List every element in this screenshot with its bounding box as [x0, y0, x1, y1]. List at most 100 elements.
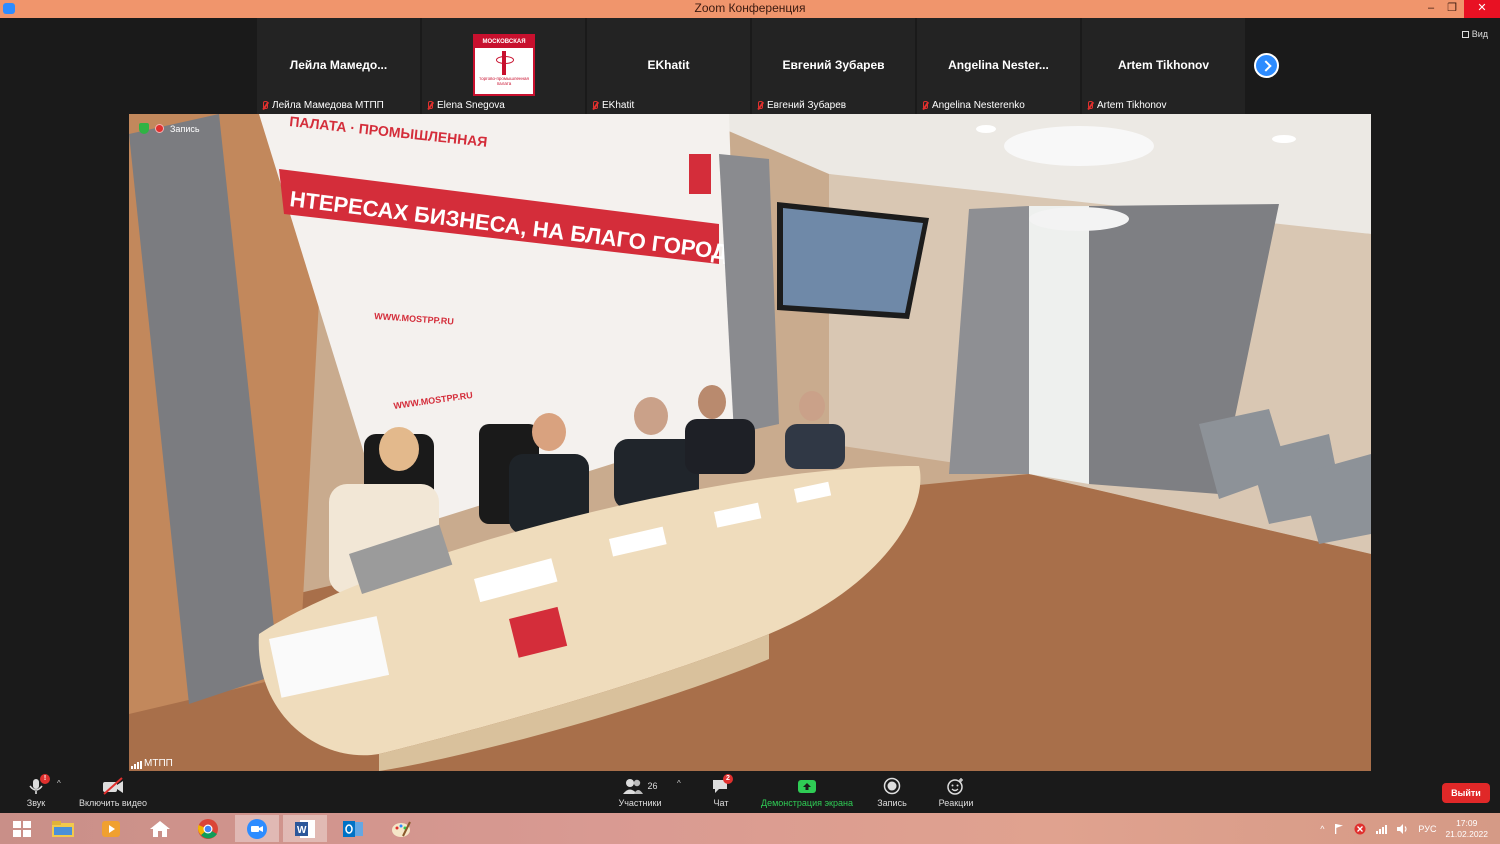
leave-button[interactable]: Выйти: [1442, 783, 1490, 803]
share-screen-label: Демонстрация экрана: [761, 798, 853, 808]
recording-dot-icon: [155, 124, 164, 133]
participant-strip: Лейла Мамедо... Лейла Мамедова МТПП МОСК…: [257, 18, 1247, 114]
logo-top-text: МОСКОВСКАЯ: [475, 36, 533, 48]
participant-display-name: Лейла Мамедо...: [289, 58, 388, 72]
participant-label: Artem Tikhonov: [1086, 100, 1166, 111]
participant-tile[interactable]: МОСКОВСКАЯ торгово-промышленная палата E…: [422, 18, 585, 114]
title-bar: Zoom Конференция – ❐ ✕: [0, 0, 1500, 18]
recording-indicator: Запись: [139, 123, 200, 134]
participant-name: Artem Tikhonov: [1097, 100, 1167, 111]
participants-button[interactable]: 26 Участники: [612, 771, 668, 813]
clock[interactable]: 17:09 21.02.2022: [1445, 818, 1488, 840]
participant-label: Angelina Nesterenko: [921, 100, 1025, 111]
audio-button[interactable]: ! Звук: [18, 771, 54, 813]
participant-tile[interactable]: Лейла Мамедо... Лейла Мамедова МТПП: [257, 18, 420, 114]
participant-tile[interactable]: Artem Tikhonov Artem Tikhonov: [1082, 18, 1245, 114]
record-button[interactable]: Запись: [872, 771, 912, 813]
close-button[interactable]: ✕: [1464, 0, 1500, 18]
taskbar-paint[interactable]: [379, 815, 423, 842]
start-button[interactable]: [0, 815, 44, 842]
word-icon: W: [295, 819, 315, 838]
taskbar-chrome[interactable]: [186, 815, 230, 842]
svg-text:W: W: [297, 825, 307, 836]
grid-icon: [1461, 30, 1469, 38]
chat-icon: 2: [711, 774, 733, 796]
mic-muted-icon: [591, 101, 598, 110]
active-speaker-name: МТПП: [144, 758, 173, 769]
taskbar-file-explorer[interactable]: [41, 815, 85, 842]
taskbar-media-player[interactable]: [89, 815, 133, 842]
zoom-icon: [247, 818, 267, 839]
participant-label: EKhatit: [591, 100, 634, 111]
audio-label: Звук: [26, 798, 46, 808]
paint-icon: [392, 821, 411, 837]
folder-icon: [52, 820, 74, 837]
participant-name: Elena Snegova: [437, 100, 505, 111]
participant-name: Евгений Зубарев: [767, 100, 847, 111]
restore-button[interactable]: ❐: [1437, 0, 1467, 18]
media-player-icon: [102, 820, 120, 837]
audio-alert-badge: !: [40, 774, 50, 784]
windows-logo-icon: [13, 820, 31, 837]
participant-name: EKhatit: [602, 100, 635, 111]
reactions-icon: [946, 776, 966, 796]
share-screen-button[interactable]: Демонстрация экрана: [757, 771, 857, 813]
view-button[interactable]: Вид: [1458, 26, 1492, 42]
caduceus-icon: [475, 48, 533, 76]
mic-muted-icon: [426, 101, 433, 110]
flag-icon[interactable]: [1333, 823, 1345, 835]
chrome-icon: [198, 818, 218, 839]
reactions-label: Реакции: [938, 798, 974, 808]
zoom-window: Zoom Конференция – ❐ ✕ Вид Лейла Мамедо.…: [0, 0, 1500, 844]
next-page-button[interactable]: [1254, 53, 1279, 78]
view-button-label: Вид: [1471, 29, 1488, 39]
network-icon[interactable]: [1375, 823, 1388, 835]
mic-muted-icon: [756, 101, 763, 110]
video-off-icon: [101, 776, 125, 796]
taskbar-zoom[interactable]: [235, 815, 279, 842]
participant-label: Лейла Мамедова МТПП: [261, 100, 384, 111]
volume-icon[interactable]: [1396, 823, 1409, 835]
clock-date: 21.02.2022: [1445, 828, 1488, 839]
mtpp-logo: МОСКОВСКАЯ торгово-промышленная палата: [473, 34, 535, 96]
participants-count: 26: [647, 781, 658, 791]
mic-muted-icon: [921, 101, 928, 110]
participant-label: Elena Snegova: [426, 100, 505, 111]
meeting-toolbar: ! Звук ^ Включить видео 26 Участники ^ 2…: [0, 771, 1500, 813]
participants-icon: 26: [618, 776, 662, 796]
recording-label: Запись: [170, 123, 200, 134]
participants-options-caret[interactable]: ^: [677, 779, 681, 788]
tray-overflow-caret[interactable]: ^: [1320, 824, 1324, 834]
logo-bottom-text: торгово-промышленная палата: [479, 76, 529, 86]
system-tray: ^ РУС 17:09 21.02.2022: [1320, 813, 1500, 844]
participant-display-name: Artem Tikhonov: [1117, 58, 1210, 72]
main-video[interactable]: НТЕРЕСАХ БИЗНЕСА, НА БЛАГО ГОРОДА ПАЛАТА…: [129, 114, 1371, 771]
share-screen-icon: [797, 776, 817, 796]
taskbar-word[interactable]: W: [283, 815, 327, 842]
language-indicator[interactable]: РУС: [1418, 824, 1436, 834]
microphone-icon: !: [26, 774, 50, 796]
participant-tile[interactable]: Евгений Зубарев Евгений Зубарев: [752, 18, 915, 114]
antivirus-icon[interactable]: [1354, 823, 1366, 835]
outlook-icon: [343, 820, 363, 837]
home-icon: [150, 820, 170, 837]
record-label: Запись: [877, 798, 907, 808]
chat-label: Чат: [713, 798, 729, 808]
active-speaker-label: МТПП: [131, 758, 173, 769]
audio-options-caret[interactable]: ^: [57, 779, 61, 788]
participant-name: Angelina Nesterenko: [932, 100, 1025, 111]
participant-tile[interactable]: EKhatit EKhatit: [587, 18, 750, 114]
taskbar-home[interactable]: [138, 815, 182, 842]
chat-button[interactable]: 2 Чат: [704, 771, 738, 813]
participant-tile[interactable]: Angelina Nester... Angelina Nesterenko: [917, 18, 1080, 114]
start-video-button[interactable]: Включить видео: [72, 771, 154, 813]
record-icon: [882, 776, 902, 796]
conference-room-scene: НТЕРЕСАХ БИЗНЕСА, НА БЛАГО ГОРОДА ПАЛАТА…: [129, 114, 1371, 771]
mic-muted-icon: [261, 101, 268, 110]
participant-display-name: EKhatit: [647, 58, 690, 72]
reactions-button[interactable]: Реакции: [934, 771, 978, 813]
participant-label: Евгений Зубарев: [756, 100, 846, 111]
taskbar-outlook[interactable]: [331, 815, 375, 842]
mic-muted-icon: [1086, 101, 1093, 110]
participants-label: Участники: [618, 798, 662, 808]
